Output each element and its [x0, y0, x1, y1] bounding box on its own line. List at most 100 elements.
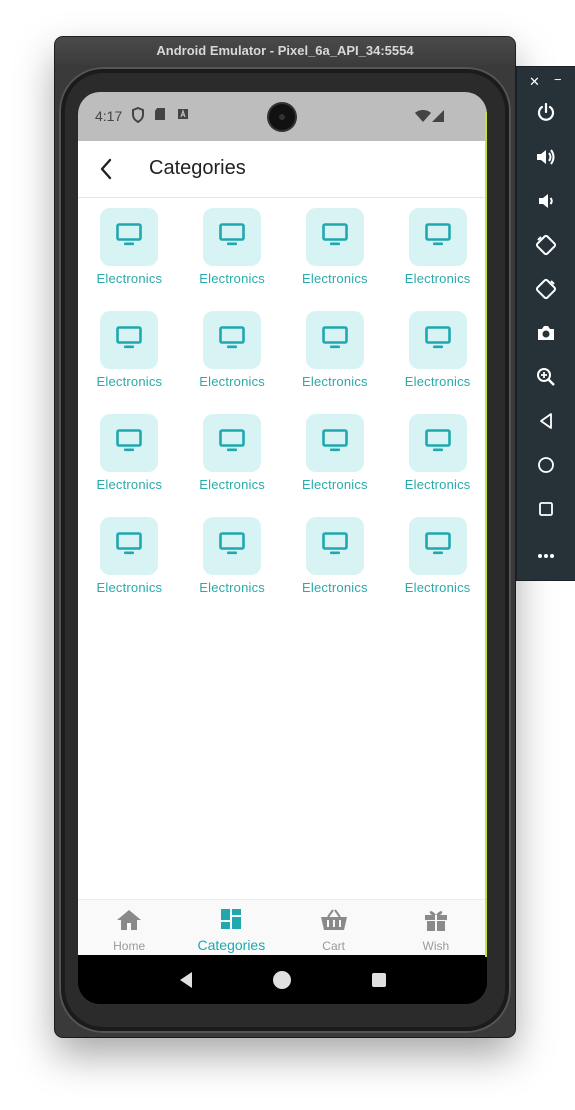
category-item[interactable]: Electronics: [78, 311, 181, 414]
rotate-right-icon: [535, 278, 557, 305]
nav-item-categories[interactable]: Categories: [180, 900, 282, 956]
emulator-toolbar: ✕ −: [516, 66, 575, 581]
monitor-icon: [424, 325, 452, 356]
category-label: Electronics: [301, 374, 368, 389]
categories-content[interactable]: Electronics Electronics Electronics Electro…: [78, 198, 487, 899]
category-label: Electronics: [301, 271, 368, 286]
volume-down-icon: [538, 192, 554, 215]
category-tile: [203, 517, 262, 575]
page-title: Categories: [149, 157, 246, 179]
category-item[interactable]: Electronics: [181, 414, 284, 517]
monitor-icon: [115, 531, 143, 562]
nav-label: Categories: [197, 937, 266, 953]
more-icon: [537, 546, 555, 564]
category-item[interactable]: Electronics: [386, 208, 487, 311]
system-back-button[interactable]: [174, 968, 198, 992]
front-camera: [269, 104, 295, 130]
signal-icon: [432, 109, 444, 125]
minimize-icon[interactable]: −: [554, 72, 562, 87]
toolbar-home-button[interactable]: [531, 452, 561, 482]
toolbar-rotate-right-button[interactable]: [531, 276, 561, 306]
monitor-icon: [115, 428, 143, 459]
nav-item-wish[interactable]: Wish: [385, 900, 487, 956]
back-triangle-icon: [180, 971, 193, 988]
category-tile: [203, 311, 262, 369]
monitor-icon: [321, 222, 349, 253]
toolbar-overview-button[interactable]: [531, 496, 561, 526]
monitor-icon: [424, 222, 452, 253]
category-item[interactable]: Electronics: [386, 517, 487, 620]
category-tile: [100, 517, 159, 575]
toolbar-window-controls: ✕ −: [517, 71, 575, 93]
category-tile: [100, 311, 159, 369]
category-label: Electronics: [301, 580, 368, 595]
toolbar-rotate-left-button[interactable]: [531, 232, 561, 262]
category-item[interactable]: Electronics: [78, 208, 181, 311]
category-label: Electronics: [404, 271, 471, 286]
system-overview-button[interactable]: [367, 968, 391, 992]
window-title: Android Emulator - Pixel_6a_API_34:5554: [55, 37, 515, 65]
category-tile: [408, 311, 467, 369]
category-label: Electronics: [404, 374, 471, 389]
close-icon[interactable]: ✕: [529, 74, 540, 90]
monitor-icon: [424, 531, 452, 562]
category-item[interactable]: Electronics: [386, 311, 487, 414]
toolbar-power-button[interactable]: [531, 100, 561, 130]
monitor-icon: [115, 325, 143, 356]
category-label: Electronics: [404, 580, 471, 595]
zoom-icon: [536, 367, 556, 392]
shield-icon: [131, 106, 145, 126]
toolbar-camera-button[interactable]: [531, 320, 561, 350]
category-tile: [408, 414, 467, 472]
monitor-icon: [321, 428, 349, 459]
system-home-button[interactable]: [270, 968, 294, 992]
sd-card-icon: [154, 107, 166, 124]
wifi-icon: [415, 109, 431, 125]
gift-icon: [423, 908, 449, 937]
monitor-icon: [218, 428, 246, 459]
category-tile: [305, 517, 364, 575]
category-item[interactable]: Electronics: [284, 414, 387, 517]
nav-item-cart[interactable]: Cart: [283, 900, 385, 956]
category-item[interactable]: Electronics: [181, 311, 284, 414]
home-icon: [115, 908, 143, 937]
toolbar-zoom-button[interactable]: [531, 364, 561, 394]
category-item[interactable]: Electronics: [386, 414, 487, 517]
category-item[interactable]: Electronics: [284, 311, 387, 414]
toolbar-volume-up-button[interactable]: [531, 144, 561, 174]
category-item[interactable]: Electronics: [78, 517, 181, 620]
home-icon: [537, 456, 555, 479]
back-icon: [538, 412, 554, 435]
category-label: Electronics: [199, 374, 266, 389]
power-icon: [536, 102, 556, 128]
category-tile: [203, 414, 262, 472]
bottom-navigation: Home Categories Cart Wish: [78, 899, 487, 956]
category-label: Electronics: [199, 580, 266, 595]
category-tile: [305, 311, 364, 369]
category-label: Electronics: [96, 477, 163, 492]
monitor-icon: [321, 531, 349, 562]
category-item[interactable]: Electronics: [284, 517, 387, 620]
category-item[interactable]: Electronics: [181, 517, 284, 620]
app-bar: Categories: [78, 141, 487, 198]
category-tile: [203, 208, 262, 266]
monitor-icon: [115, 222, 143, 253]
monitor-icon: [321, 325, 349, 356]
basket-icon: [319, 908, 349, 937]
chevron-left-icon: [100, 158, 112, 180]
nav-label: Cart: [322, 939, 345, 953]
toolbar-back-button[interactable]: [531, 408, 561, 438]
system-navigation-bar: [78, 955, 487, 1004]
toolbar-more-button[interactable]: [531, 540, 561, 570]
category-item[interactable]: Electronics: [181, 208, 284, 311]
category-tile: [100, 414, 159, 472]
category-item[interactable]: Electronics: [78, 414, 181, 517]
category-item[interactable]: Electronics: [284, 208, 387, 311]
category-label: Electronics: [96, 580, 163, 595]
overview-icon: [538, 501, 554, 522]
toolbar-volume-down-button[interactable]: [531, 188, 561, 218]
nav-item-home[interactable]: Home: [78, 900, 180, 956]
monitor-icon: [424, 428, 452, 459]
back-button[interactable]: [92, 155, 120, 183]
overview-square-icon: [371, 972, 386, 987]
